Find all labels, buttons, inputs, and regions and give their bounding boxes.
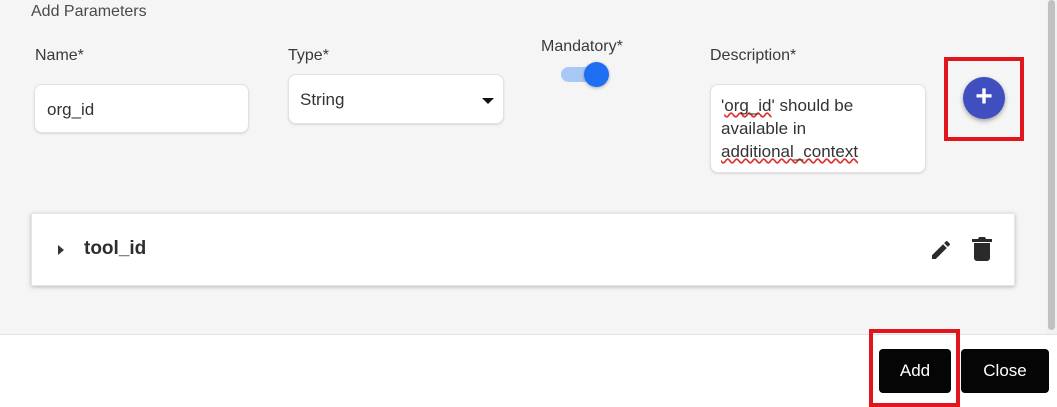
highlight-box-add-button xyxy=(869,329,960,407)
name-label: Name* xyxy=(35,47,84,64)
type-label: Type* xyxy=(288,47,329,64)
highlight-box-add-parameter xyxy=(944,57,1024,141)
scrollbar-thumb[interactable] xyxy=(1048,0,1055,330)
parameter-name: tool_id xyxy=(84,238,147,259)
description-textarea[interactable]: 'org_id' should be available in addition… xyxy=(710,84,926,173)
parameter-row[interactable]: tool_id xyxy=(31,213,1015,286)
dropdown-caret-icon xyxy=(482,98,494,104)
name-input-value: org_id xyxy=(47,100,95,119)
type-select-value: String xyxy=(300,90,345,109)
close-button[interactable]: Close xyxy=(961,349,1049,393)
caret-right-icon[interactable] xyxy=(58,245,64,255)
mandatory-toggle-knob[interactable] xyxy=(584,62,609,87)
trash-icon[interactable] xyxy=(972,237,992,261)
section-title: Add Parameters xyxy=(31,3,147,20)
spellcheck-word: additional_context xyxy=(721,142,859,161)
type-select[interactable]: String xyxy=(288,74,504,124)
spellcheck-word: org_id xyxy=(724,96,772,115)
pencil-icon[interactable] xyxy=(929,238,953,262)
name-input[interactable]: org_id xyxy=(34,84,249,133)
mandatory-label: Mandatory* xyxy=(541,38,623,55)
description-label: Description* xyxy=(710,47,797,64)
